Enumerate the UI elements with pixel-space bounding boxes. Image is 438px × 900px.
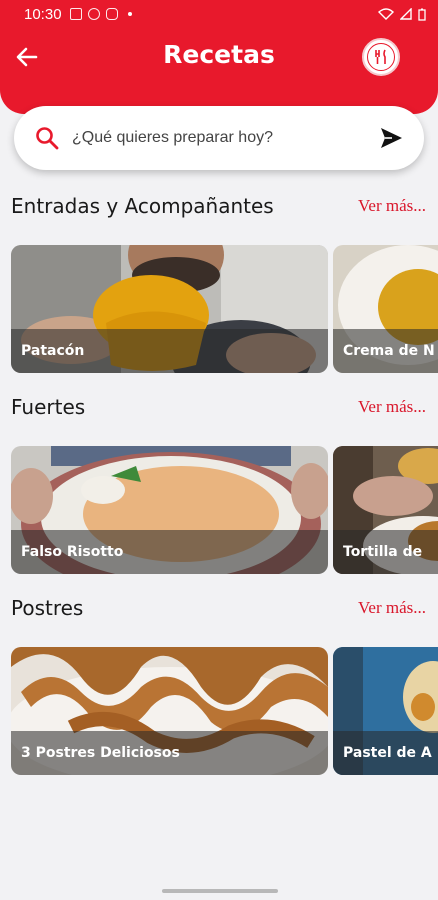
game-icon (87, 8, 100, 20)
recipe-title: Tortilla de (343, 544, 423, 560)
card-caption: Patacón (11, 329, 328, 373)
card-caption: 3 Postres Deliciosos (11, 731, 328, 775)
chef-logo-icon (367, 43, 395, 71)
search-input[interactable] (72, 129, 370, 147)
wifi-icon (378, 8, 394, 20)
more-notifications-icon (127, 12, 132, 16)
see-more-link[interactable]: Ver más... (358, 598, 426, 618)
search-bar (14, 106, 424, 170)
recipe-card[interactable]: 3 Postres Deliciosos (11, 647, 328, 775)
gallery-icon (69, 8, 82, 20)
recipe-card[interactable]: Tortilla de (333, 446, 438, 574)
notification-icons (69, 8, 132, 20)
battery-icon (418, 8, 426, 21)
status-time: 10:30 (24, 5, 62, 23)
status-bar: 10:30 (0, 0, 438, 28)
card-caption: Tortilla de (333, 530, 438, 574)
section-header-entradas: Entradas y Acompañantes Ver más... (0, 194, 438, 218)
system-icons (378, 8, 426, 21)
app-logo[interactable] (362, 38, 400, 76)
recipe-card[interactable]: Crema de N (333, 245, 438, 373)
card-caption: Pastel de A (333, 731, 438, 775)
recipe-card[interactable]: Patacón (11, 245, 328, 373)
section-header-fuertes: Fuertes Ver más... (0, 395, 438, 419)
instagram-icon (105, 8, 118, 20)
see-more-link[interactable]: Ver más... (358, 196, 426, 216)
recipe-title: Crema de N (343, 343, 435, 359)
search-icon[interactable] (34, 125, 60, 151)
recipe-carousel-postres[interactable]: 3 Postres Deliciosos Pastel de A (11, 647, 438, 775)
home-indicator[interactable] (162, 889, 278, 893)
section-title: Fuertes (11, 395, 86, 419)
send-icon[interactable] (378, 125, 404, 151)
recipe-card[interactable]: Falso Risotto (11, 446, 328, 574)
see-more-link[interactable]: Ver más... (358, 397, 426, 417)
card-caption: Falso Risotto (11, 530, 328, 574)
recipe-title: Falso Risotto (21, 544, 124, 560)
section-header-postres: Postres Ver más... (0, 596, 438, 620)
recipe-title: 3 Postres Deliciosos (21, 745, 180, 761)
recipe-title: Pastel de A (343, 745, 432, 761)
card-caption: Crema de N (333, 329, 438, 373)
recipe-card[interactable]: Pastel de A (333, 647, 438, 775)
app-bar: Recetas (0, 28, 438, 114)
recipe-title: Patacón (21, 343, 85, 359)
recipe-carousel-fuertes[interactable]: Falso Risotto Tortilla de (11, 446, 438, 574)
recipe-carousel-entradas[interactable]: Patacón Crema de N (11, 245, 438, 373)
section-title: Entradas y Acompañantes (11, 194, 274, 218)
signal-icon (400, 8, 412, 20)
section-title: Postres (11, 596, 84, 620)
